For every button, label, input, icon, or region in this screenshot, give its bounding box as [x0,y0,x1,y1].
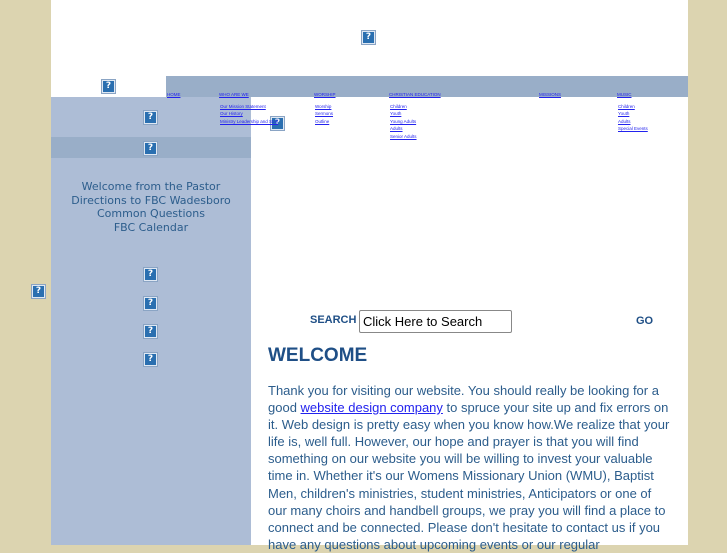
nav-sub-link[interactable]: Outline [315,118,336,125]
nav-worship[interactable]: WORSHIP Worship Sermons Outline [314,83,336,125]
nav-sub-link[interactable]: Youth [390,110,441,117]
nav-christian-education[interactable]: CHRISTIAN EDUCATION Children Youth Young… [389,83,441,140]
broken-image-icon: ? [143,267,158,282]
sidebar-links: Welcome from the Pastor Directions to FB… [51,180,251,235]
welcome-text-part: to spruce your site up and fix errors on… [268,400,670,552]
nav-sub-link[interactable]: Children [618,103,648,110]
broken-image-icon: ? [361,30,376,45]
sidebar [51,97,251,545]
nav-sub-link[interactable]: Worship [315,103,336,110]
nav-sub-link[interactable]: Our Mission Statement [220,103,278,110]
nav-who-are-we[interactable]: WHO ARE WE Our Mission Statement Our His… [219,83,278,125]
nav-home-link[interactable]: HOME [167,92,181,97]
sidebar-link-calendar[interactable]: FBC Calendar [51,221,251,235]
nav-sub-link[interactable]: Adults [618,118,648,125]
broken-image-icon: ? [143,141,158,156]
nav-music[interactable]: MUSIC Children Youth Adults Special Even… [617,83,648,133]
nav-home[interactable]: HOME [167,83,181,101]
nav-sub-link[interactable]: Senior Adults [390,133,441,140]
nav-sub-link[interactable]: Special Events [618,125,648,132]
nav-sub-link[interactable]: Our History [220,110,278,117]
nav-music-link[interactable]: MUSIC [617,92,632,97]
nav-sub-link[interactable]: Youth [618,110,648,117]
broken-image-icon: ? [101,79,116,94]
nav-sub-link[interactable]: Children [390,103,441,110]
sidebar-link-questions[interactable]: Common Questions [51,207,251,221]
nav-missions[interactable]: MISSIONS [539,83,561,101]
sidebar-link-directions[interactable]: Directions to FBC Wadesboro [51,194,251,208]
search-label: SEARCH [310,314,357,326]
nav-sub-link[interactable]: Young Adults [390,118,441,125]
broken-image-icon: ? [143,296,158,311]
search-input[interactable] [359,310,512,333]
broken-image-icon: ? [31,284,46,299]
go-button[interactable]: GO [636,315,653,327]
nav-christian-education-link[interactable]: CHRISTIAN EDUCATION [389,92,441,97]
nav-who-are-we-link[interactable]: WHO ARE WE [219,92,249,97]
nav-sub-link[interactable]: Ministry Leadership and Staff [220,118,278,125]
nav-missions-link[interactable]: MISSIONS [539,92,561,97]
broken-image-icon: ? [143,324,158,339]
nav-sub-link[interactable]: Adults [390,125,441,132]
nav-worship-link[interactable]: WORSHIP [314,92,336,97]
welcome-text: Thank you for visiting our website. You … [268,382,673,553]
page-title: WELCOME [268,345,368,366]
nav-sub-link[interactable]: Sermons [315,110,336,117]
broken-image-icon: ? [143,110,158,125]
website-design-link[interactable]: website design company [301,400,443,415]
sidebar-link-pastor[interactable]: Welcome from the Pastor [51,180,251,194]
broken-image-icon: ? [143,352,158,367]
